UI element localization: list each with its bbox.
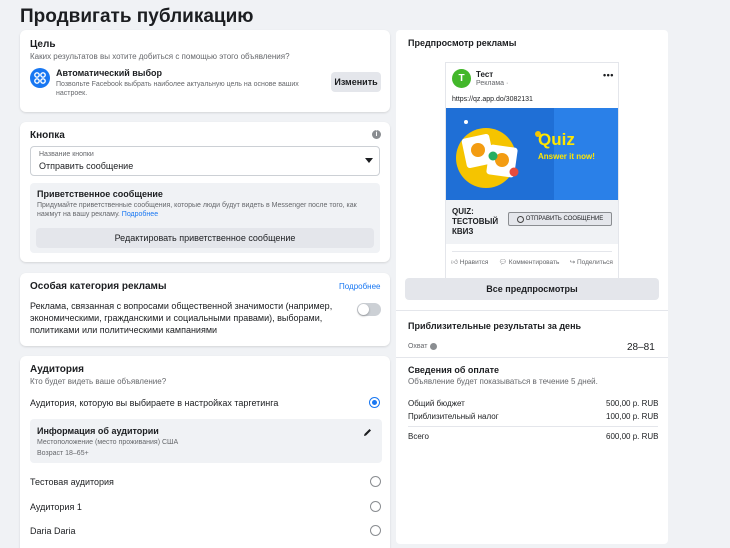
audience-info-location: Местоположение (место проживания) США	[37, 439, 179, 446]
divider	[396, 357, 668, 358]
ad-share-action[interactable]: ↪ Поделиться	[570, 258, 613, 266]
welcome-desc: Придумайте приветственные сообщения, кот…	[37, 201, 373, 219]
welcome-more-link[interactable]: Подробнее	[122, 211, 158, 218]
special-category-card: Особая категория рекламы Подробнее Рекла…	[20, 273, 390, 346]
ad-cta-label: ОТПРАВИТЬ СООБЩЕНИЕ	[525, 216, 604, 222]
button-name-select-label: Название кнопки	[39, 151, 94, 158]
special-category-more-link[interactable]: Подробнее	[339, 282, 381, 291]
share-icon: ↪	[569, 259, 576, 266]
tax-value: 100,00 р. RUB	[606, 412, 659, 421]
ad-share-label: Поделиться	[576, 259, 613, 266]
like-icon: 👍︎	[451, 259, 458, 266]
button-name-select-value: Отправить сообщение	[39, 161, 134, 171]
special-category-toggle[interactable]	[357, 303, 381, 316]
welcome-title: Приветственное сообщение	[37, 189, 163, 199]
ad-footer: QUIZ: ТЕСТОВЫЙ КВИЗ ОТПРАВИТЬ СООБЩЕНИЕ	[446, 200, 618, 244]
ad-like-label: Нравится	[459, 259, 489, 266]
more-options-icon[interactable]: •••	[603, 70, 614, 80]
welcome-message-box: Приветственное сообщение Придумайте прив…	[30, 183, 380, 253]
comment-icon: 💬︎	[498, 259, 507, 266]
audience-targeting-radio[interactable]	[369, 397, 380, 408]
audience-option-radio[interactable]	[370, 525, 381, 536]
audience-title: Аудитория	[30, 364, 84, 375]
ad-sponsored: Реклама ·	[476, 80, 509, 87]
divider	[396, 310, 668, 311]
results-title: Приблизительные результаты за день	[408, 321, 582, 331]
reach-info-icon	[430, 343, 437, 350]
ad-image-subtitle: Answer it now!	[538, 152, 595, 161]
audience-info-box: Информация об аудитории Местоположение (…	[30, 419, 382, 463]
auto-goal-icon	[30, 68, 50, 88]
audience-info-title: Информация об аудитории	[37, 426, 159, 436]
goal-option-desc: Позвольте Facebook выбрать наиболее акту…	[56, 81, 299, 97]
chevron-down-icon	[365, 158, 373, 163]
divider	[408, 426, 658, 427]
goal-subtitle: Каких результатов вы хотите добиться с п…	[30, 52, 290, 61]
reach-value: 28–81	[627, 342, 655, 353]
button-card: Кнопка i Название кнопки Отправить сообщ…	[20, 122, 390, 262]
ad-actions: 👍︎ Нравится 💬︎ Комментировать ↪ Поделить…	[446, 255, 618, 269]
messenger-icon	[516, 215, 524, 223]
audience-option-radio[interactable]	[370, 501, 381, 512]
button-section-title: Кнопка	[30, 130, 65, 141]
all-previews-button[interactable]: Все предпросмотры	[405, 278, 659, 300]
payment-subtitle: Объявление будет показываться в течение …	[408, 377, 598, 386]
page-title: Продвигать публикацию	[20, 6, 254, 27]
audience-option-label: Daria Daria	[30, 526, 76, 536]
audience-subtitle: Кто будет видеть ваше объявление?	[30, 377, 167, 386]
special-category-desc: Реклама, связанная с вопросами обществен…	[30, 301, 333, 335]
page-avatar: T	[452, 69, 471, 88]
audience-option-radio[interactable]	[370, 476, 381, 487]
ad-like-action[interactable]: 👍︎ Нравится	[451, 258, 488, 266]
audience-card: Аудитория Кто будет видеть ваше объявлен…	[20, 356, 390, 548]
info-icon: i	[372, 130, 381, 139]
preview-title: Предпросмотр рекламы	[408, 38, 517, 48]
goal-card: Цель Каких результатов вы хотите добитьс…	[20, 30, 390, 112]
audience-targeting-label: Аудитория, которую вы выбираете в настро…	[30, 398, 279, 408]
budget-value: 500,00 р. RUB	[606, 399, 659, 408]
total-value: 600,00 р. RUB	[606, 432, 659, 441]
ad-image-title: Quiz	[538, 130, 575, 149]
ad-preview: T Тест Реклама · ••• https://qz.app.do/3…	[445, 62, 619, 298]
ad-footer-title: QUIZ: ТЕСТОВЫЙ КВИЗ	[452, 207, 499, 236]
audience-info-age: Возраст 18–65+	[37, 450, 89, 457]
ad-comment-action[interactable]: 💬︎ Комментировать	[499, 258, 560, 266]
change-goal-button[interactable]: Изменить	[331, 72, 381, 92]
ad-image: Quiz Answer it now!	[446, 108, 618, 200]
ad-cta-button[interactable]: ОТПРАВИТЬ СООБЩЕНИЕ	[508, 212, 612, 226]
budget-label: Общий бюджет	[408, 399, 465, 408]
edit-pencil-icon[interactable]	[362, 425, 373, 436]
ad-page-name: Тест	[476, 70, 494, 79]
total-label: Всего	[408, 432, 429, 441]
goal-title: Цель	[30, 39, 56, 50]
button-name-select[interactable]: Название кнопки Отправить сообщение	[30, 146, 380, 176]
ad-comment-label: Комментировать	[508, 259, 560, 266]
audience-option-label: Аудитория 1	[30, 502, 82, 512]
audience-option-label: Тестовая аудитория	[30, 477, 114, 487]
toggle-knob	[358, 304, 369, 315]
goal-option-name: Автоматический выбор	[56, 68, 163, 78]
ad-url: https://qz.app.do/3082131	[452, 96, 533, 103]
tax-label: Приблизительный налог	[408, 412, 499, 421]
summary-panel: Предпросмотр рекламы T Тест Реклама · ••…	[396, 30, 668, 544]
welcome-desc-text: Придумайте приветственные сообщения, кот…	[37, 202, 357, 218]
edit-welcome-button[interactable]: Редактировать приветственное сообщение	[36, 228, 374, 248]
special-category-title: Особая категория рекламы	[30, 281, 167, 292]
ad-divider	[452, 251, 612, 252]
reach-label: Охват	[408, 343, 428, 350]
payment-title: Сведения об оплате	[408, 365, 499, 375]
